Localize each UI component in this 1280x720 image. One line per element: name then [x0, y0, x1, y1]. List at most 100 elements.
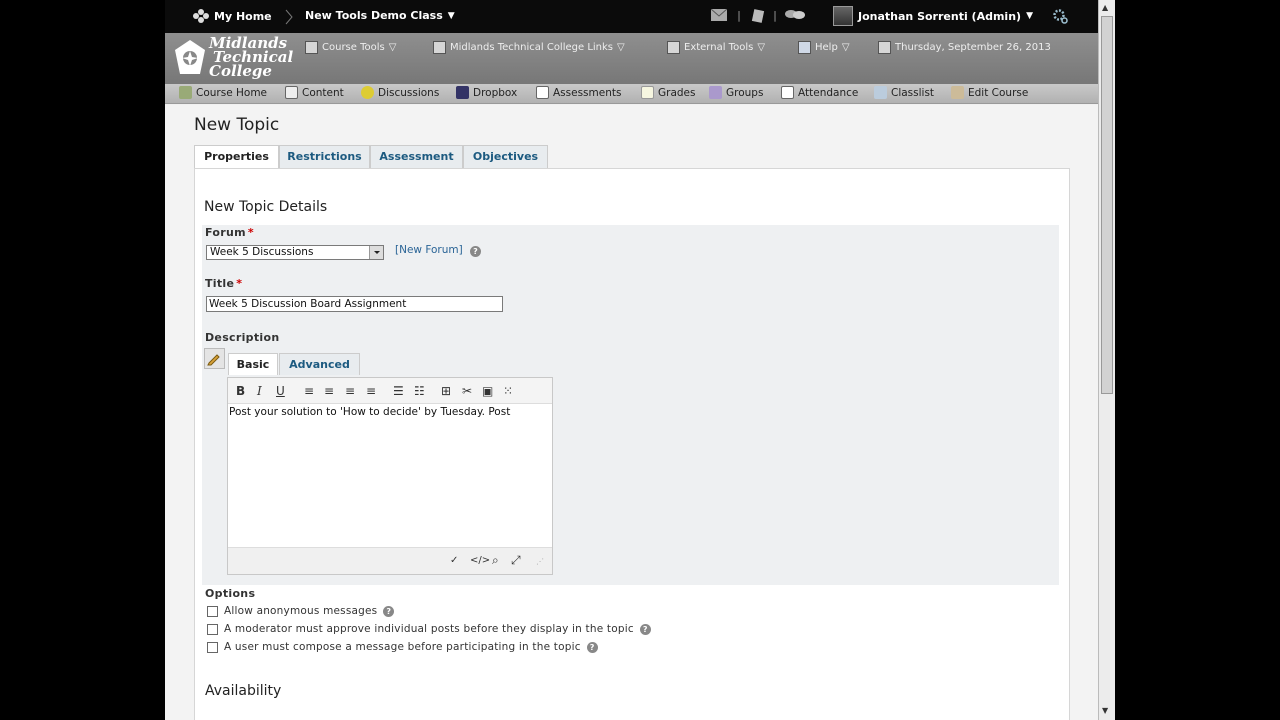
coursebar-discussions[interactable]: Discussions: [361, 86, 439, 99]
coursebar-attendance[interactable]: Attendance: [781, 86, 858, 99]
italic-icon[interactable]: I: [257, 384, 262, 398]
tab-assessment[interactable]: Assessment: [370, 145, 463, 169]
coursebar-label: Dropbox: [473, 86, 518, 99]
align-left-icon[interactable]: ≡: [304, 384, 314, 398]
new-forum-link[interactable]: [New Forum]: [395, 244, 463, 256]
help-icon: [798, 41, 811, 54]
grades-icon: [641, 86, 654, 99]
chevron-down-icon: ▽: [388, 42, 397, 53]
message-alerts-button[interactable]: [711, 9, 727, 21]
underline-icon[interactable]: U: [276, 384, 285, 398]
section-title: New Topic Details: [204, 199, 328, 215]
required-marker: *: [236, 277, 243, 290]
tab-properties[interactable]: Properties: [194, 145, 279, 170]
chevron-down-icon[interactable]: [369, 246, 383, 259]
groups-icon: [709, 86, 722, 99]
book-icon: [305, 41, 318, 54]
tab-restrictions[interactable]: Restrictions: [279, 145, 370, 169]
title-input[interactable]: Week 5 Discussion Board Assignment: [206, 296, 503, 312]
properties-panel: New Topic Details Forum * Week 5 Discussi…: [194, 168, 1070, 720]
nav-college-links[interactable]: Midlands Technical College Links ▽: [433, 41, 625, 54]
justify-icon[interactable]: ≡: [366, 384, 376, 398]
option-anonymous[interactable]: Allow anonymous messages ?: [207, 605, 395, 617]
help-icon[interactable]: ?: [470, 246, 481, 257]
content-book-icon: [285, 86, 298, 99]
user-menu[interactable]: Jonathan Sorrenti (Admin) ▼: [833, 6, 1033, 26]
help-icon[interactable]: ?: [383, 605, 395, 617]
option-moderator-approve[interactable]: A moderator must approve individual post…: [207, 623, 651, 635]
checkbox[interactable]: [207, 605, 218, 617]
checkbox[interactable]: [207, 623, 218, 635]
page-scrollbar[interactable]: ▲ ▼: [1098, 0, 1115, 720]
attendance-icon: [781, 86, 794, 99]
required-marker: *: [247, 226, 254, 239]
help-icon[interactable]: ?: [586, 641, 598, 653]
option-compose-first[interactable]: A user must compose a message before par…: [207, 641, 598, 653]
forum-select[interactable]: Week 5 Discussions: [206, 245, 384, 260]
option-label: A moderator must approve individual post…: [224, 623, 634, 635]
coursebar-label: Grades: [658, 86, 696, 99]
availability-title: Availability: [205, 683, 282, 699]
bullet-list-icon[interactable]: ☰: [393, 384, 404, 398]
coursebar-assessments[interactable]: Assessments: [536, 86, 621, 99]
chat-bubbles-icon: [785, 9, 805, 21]
coursebar-content[interactable]: Content: [285, 86, 344, 99]
align-center-icon[interactable]: ≡: [324, 384, 334, 398]
source-code-icon[interactable]: </>: [470, 555, 490, 566]
insert-table-icon[interactable]: ⊞: [441, 384, 451, 398]
navbar: Midlands Technical College Course Tools …: [165, 33, 1098, 84]
checkbox[interactable]: [207, 641, 218, 653]
insert-link-icon[interactable]: ✂: [462, 384, 472, 398]
editor-tab-advanced[interactable]: Advanced: [279, 353, 360, 375]
insert-image-icon[interactable]: ▣: [482, 384, 493, 398]
browser-page: My Home New Tools Demo Class ▼ | | Jonat…: [165, 0, 1115, 720]
college-logo[interactable]: Midlands Technical College: [173, 36, 303, 82]
editor-tab-basic[interactable]: Basic: [228, 353, 278, 375]
link-icon: [433, 41, 446, 54]
resize-handle-icon[interactable]: ⋰: [536, 557, 544, 566]
my-home-label: My Home: [214, 9, 272, 23]
nav-date: Thursday, September 26, 2013: [878, 41, 1051, 54]
subscription-alerts-button[interactable]: [751, 9, 765, 23]
chevron-down-icon: ▽: [617, 42, 625, 53]
coursebar-dropbox[interactable]: Dropbox: [456, 86, 517, 99]
scrollbar-thumb[interactable]: [1101, 16, 1113, 394]
logo-mark-icon: [175, 40, 205, 74]
nav-college-links-label: Midlands Technical College Links: [450, 42, 614, 53]
editor-content[interactable]: Post your solution to 'How to decide' by…: [228, 404, 552, 547]
coursebar-classlist[interactable]: Classlist: [874, 86, 934, 99]
options-label: Options: [205, 587, 256, 600]
dropbox-icon: [456, 86, 469, 99]
my-home-link[interactable]: My Home: [193, 9, 272, 23]
coursebar-label: Groups: [726, 86, 764, 99]
pencil-icon: [205, 353, 224, 372]
preview-icon[interactable]: ⌕: [492, 553, 499, 568]
alert-divider: |: [737, 9, 742, 22]
numbered-list-icon[interactable]: ☷: [414, 384, 425, 398]
scroll-down-icon[interactable]: ▼: [1102, 706, 1108, 715]
coursebar-edit-course[interactable]: Edit Course: [951, 86, 1028, 99]
spellcheck-icon[interactable]: ✓: [450, 555, 458, 566]
coursebar-label: Content: [302, 86, 344, 99]
help-icon[interactable]: ?: [639, 623, 651, 635]
chevron-down-icon: ▽: [841, 42, 850, 53]
bold-icon[interactable]: B: [236, 384, 245, 398]
minibar: My Home New Tools Demo Class ▼ | | Jonat…: [165, 0, 1098, 33]
nav-external-tools[interactable]: External Tools ▽: [667, 41, 765, 54]
nav-help[interactable]: Help ▽: [798, 41, 850, 54]
update-alerts-button[interactable]: [785, 9, 805, 21]
align-right-icon[interactable]: ≡: [345, 384, 355, 398]
scroll-up-icon[interactable]: ▲: [1102, 3, 1108, 12]
settings-button[interactable]: [1053, 9, 1068, 24]
course-selector[interactable]: New Tools Demo Class ▼: [305, 9, 455, 22]
coursebar-groups[interactable]: Groups: [709, 86, 763, 99]
tab-objectives[interactable]: Objectives: [463, 145, 548, 169]
coursebar-course-home[interactable]: Course Home: [179, 86, 267, 99]
fullscreen-icon[interactable]: ⤢: [511, 553, 521, 568]
editor-status-bar: ✓ </> ⌕ ⤢ ⋰: [228, 547, 552, 574]
edit-pencil-button[interactable]: [204, 348, 225, 369]
coursebar-grades[interactable]: Grades: [641, 86, 695, 99]
nav-course-tools[interactable]: Course Tools ▽: [305, 41, 396, 54]
insert-stuff-icon[interactable]: ⁙: [503, 384, 513, 398]
coursebar-label: Course Home: [196, 86, 268, 99]
